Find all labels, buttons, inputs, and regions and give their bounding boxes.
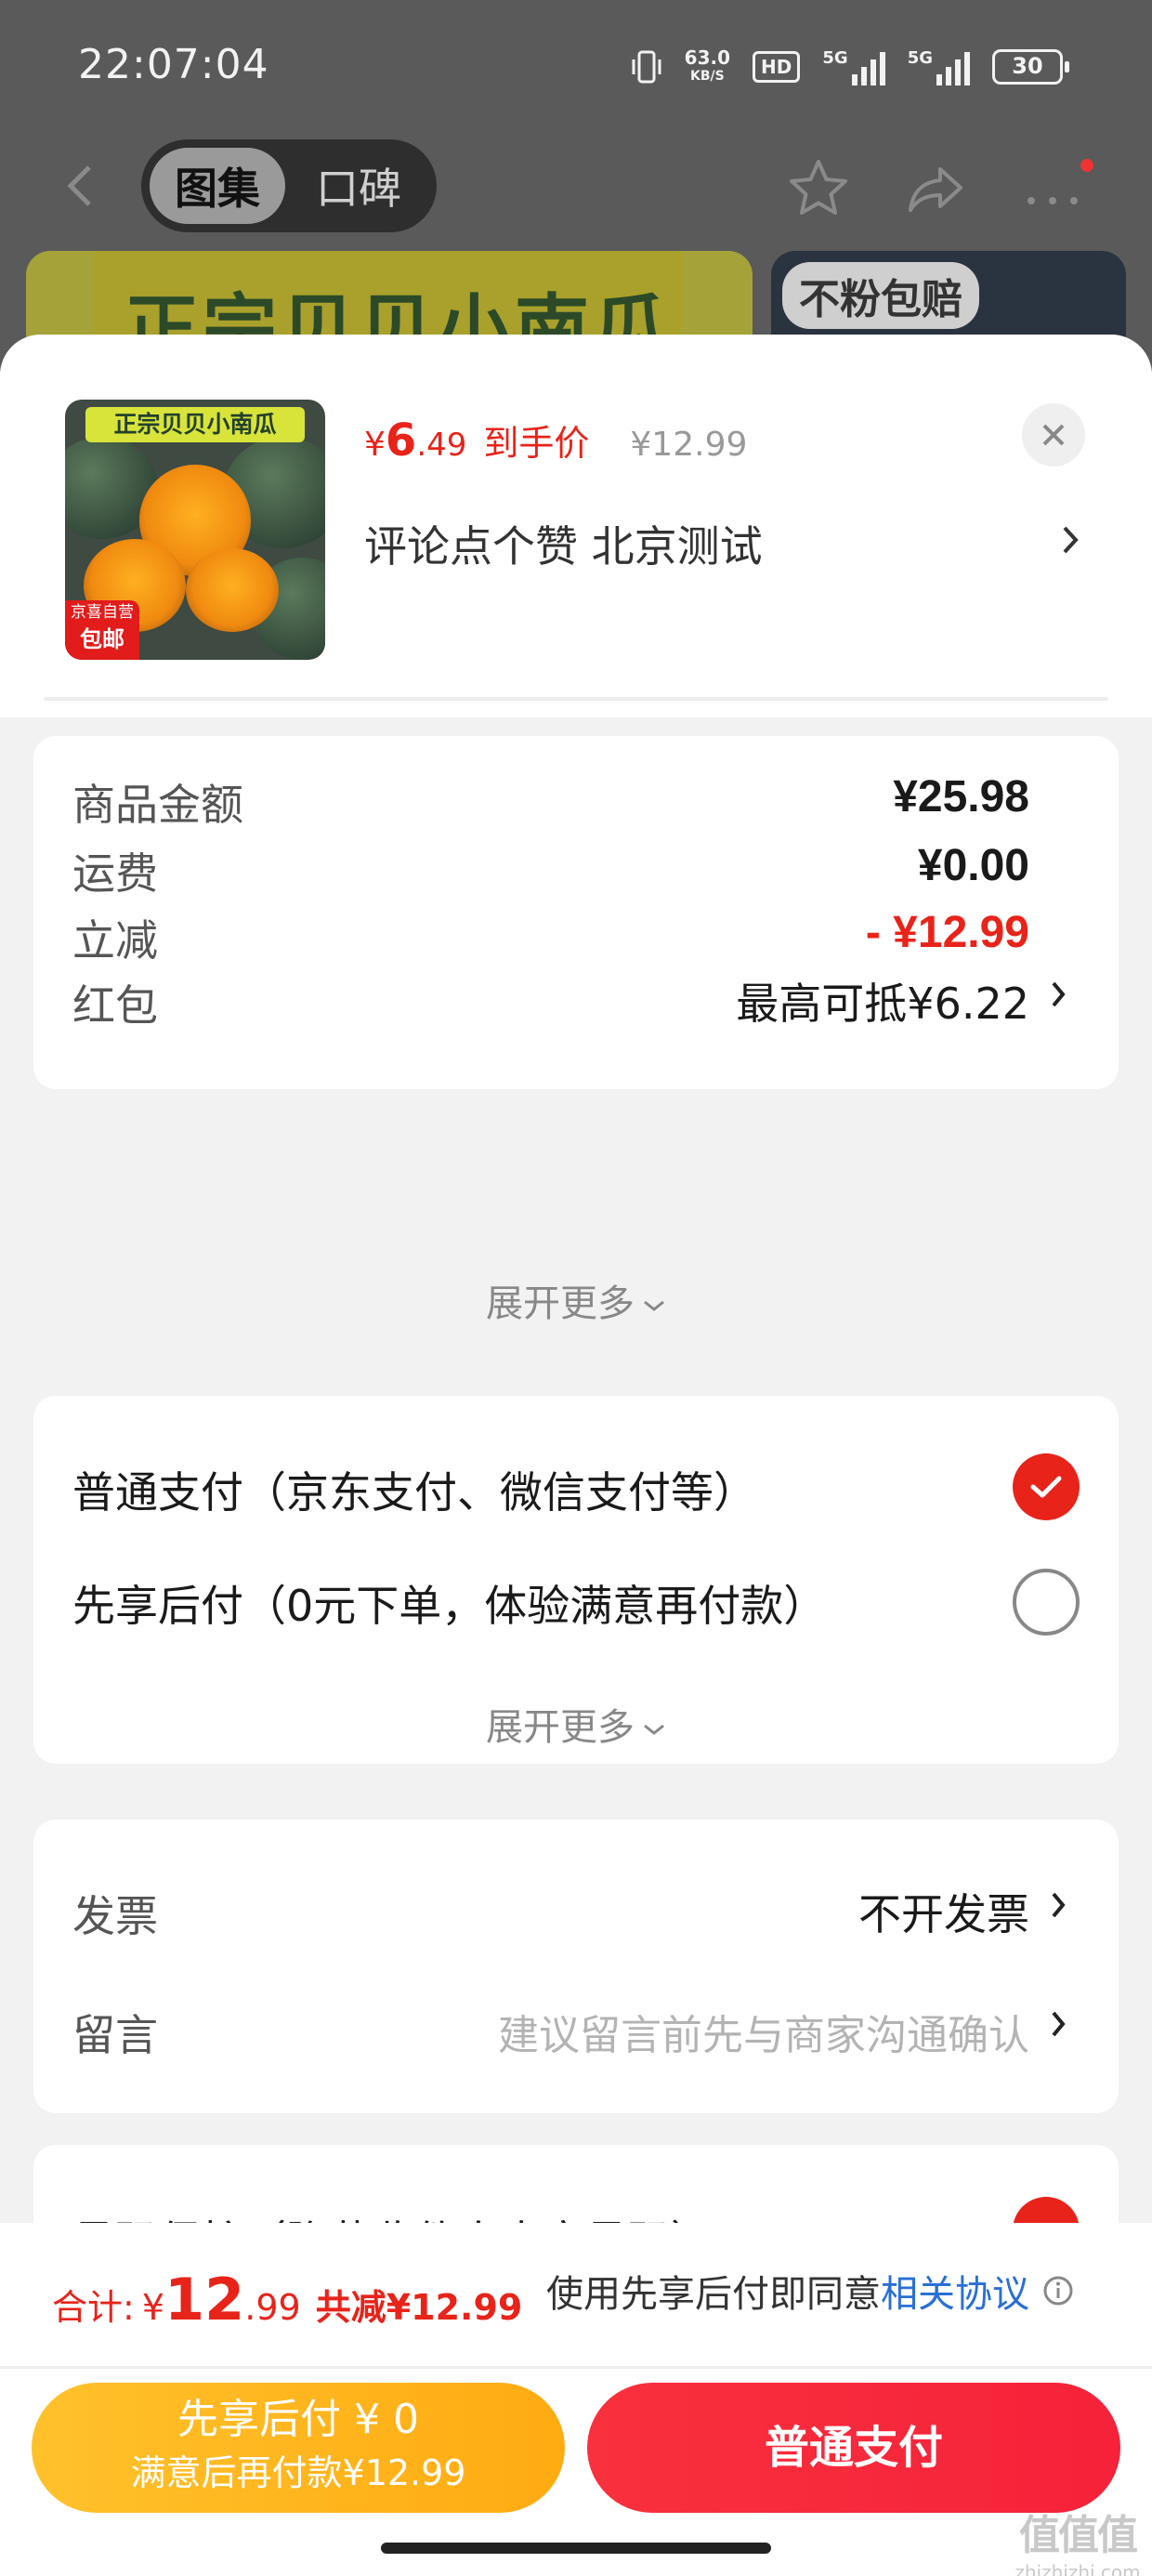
checkout-footer: 合计: ¥ 12 .99 共减¥12.99 使用先享后付即同意 相关协议 先享后…: [0, 2223, 1152, 2576]
price-row: ¥ 6 .49 到手价 ¥12.99: [364, 414, 747, 467]
divider: [0, 2366, 1152, 2369]
info-icon[interactable]: [1042, 2275, 1074, 2307]
status-bar: 22:07:04 63.0 KB/S HD 5G 5G 30: [0, 0, 1152, 130]
original-price: ¥12.99: [630, 426, 748, 464]
product-nav-bar: 图集 口碑: [0, 139, 1152, 232]
product-thumbnail[interactable]: 正宗贝贝小南瓜 京喜自营 包邮: [65, 400, 325, 660]
radio-bnpl[interactable]: [1013, 1569, 1080, 1636]
price-integer: 6: [385, 414, 417, 467]
invoice-value[interactable]: 不开发票: [858, 1881, 1029, 1942]
signal-icon-1: 5G: [822, 48, 885, 85]
close-icon: [1042, 424, 1065, 446]
star-icon[interactable]: [786, 156, 851, 221]
product-summary: 正宗贝贝小南瓜 京喜自营 包邮 ¥ 6 .49 到手价 ¥12.99 评论点个赞…: [0, 335, 1152, 717]
goods-amount-value: ¥25.98: [893, 772, 1029, 821]
watermark: 值值值 zhizhizhi.com: [1015, 2512, 1141, 2576]
red-packet-label[interactable]: 红包: [72, 972, 158, 1033]
signal-icon-2: 5G: [908, 48, 970, 85]
tab-switcher: 图集 口碑: [141, 139, 437, 232]
discount-label: 立减: [72, 915, 158, 966]
invoice-label[interactable]: 发票: [72, 1883, 158, 1944]
thumbnail-title: 正宗贝贝小南瓜: [85, 407, 305, 442]
shipping-label: 运费: [72, 848, 158, 899]
message-input[interactable]: 建议留言前先与商家沟通确认: [498, 2002, 1029, 2061]
chevron-right-icon[interactable]: [1046, 976, 1070, 1013]
network-speed: 63.0 KB/S: [684, 46, 731, 84]
chevron-right-icon[interactable]: [1046, 1886, 1070, 1924]
price-decimal: .49: [416, 427, 467, 464]
radio-normal-pay[interactable]: [1013, 1453, 1080, 1520]
chevron-down-icon: [644, 1300, 664, 1311]
expand-more-amounts[interactable]: 展开更多: [33, 1273, 1119, 1327]
tab-reviews[interactable]: 口碑: [288, 145, 429, 227]
free-shipping-tag: 京喜自营 包邮: [65, 600, 139, 660]
chevron-right-icon[interactable]: [1046, 2005, 1070, 2043]
bnpl-pay-button[interactable]: 先享后付 ¥ 0 满意后再付款¥12.99: [32, 2383, 565, 2513]
notification-dot: [1078, 156, 1096, 175]
message-label[interactable]: 留言: [72, 2002, 158, 2063]
total-decimal: .99: [244, 2287, 301, 2328]
payment-option-normal[interactable]: 普通支付（京东支付、微信支付等）: [72, 1459, 756, 1520]
red-packet-value[interactable]: 最高可抵¥6.22: [736, 970, 1029, 1032]
status-icons: 63.0 KB/S HD 5G 5G 30: [631, 43, 1069, 91]
total-currency: ¥: [141, 2287, 164, 2328]
chevron-right-icon[interactable]: [1055, 517, 1085, 563]
agreement-text: 使用先享后付即同意: [546, 2273, 881, 2316]
total-summary: 合计: ¥ 12 .99 共减¥12.99: [52, 2266, 522, 2333]
payment-option-bnpl[interactable]: 先享后付（0元下单，体验满意再付款）: [72, 1572, 826, 1634]
bnpl-button-subtitle: 满意后再付款¥12.99: [130, 2452, 466, 2493]
check-icon: [1030, 1476, 1062, 1498]
normal-pay-button[interactable]: 普通支付: [587, 2383, 1120, 2513]
home-indicator[interactable]: [381, 2543, 771, 2554]
banner-badge: 不粉包赔: [782, 262, 979, 329]
final-price-label: 到手价: [483, 423, 590, 464]
divider: [45, 697, 1107, 701]
agreement-notice: 使用先享后付即同意 相关协议: [546, 2264, 1074, 2318]
goods-amount-label: 商品金额: [72, 780, 243, 830]
share-icon[interactable]: [903, 156, 968, 221]
hd-voice-icon: HD: [753, 51, 801, 83]
background-product-page: 22:07:04 63.0 KB/S HD 5G 5G 30 图集 口碑 正宗贝贝…: [0, 0, 1152, 381]
chevron-down-icon: [644, 1724, 664, 1735]
battery-icon: 30: [992, 49, 1069, 85]
discount-value: - ¥12.99: [865, 908, 1029, 957]
extras-card: 发票 不开发票 留言 建议留言前先与商家沟通确认: [33, 1820, 1119, 2113]
price-currency: ¥: [364, 426, 386, 464]
more-icon[interactable]: [1020, 156, 1085, 221]
agreement-link[interactable]: 相关协议: [881, 2264, 1029, 2318]
expand-more-payment[interactable]: 展开更多: [33, 1697, 1119, 1751]
product-spec[interactable]: 评论点个赞 北京测试: [364, 513, 763, 574]
total-label: 合计:: [52, 2287, 135, 2328]
close-button[interactable]: [1022, 403, 1085, 467]
bnpl-button-title: 先享后付 ¥ 0: [177, 2396, 419, 2443]
back-icon[interactable]: [56, 160, 108, 212]
tab-gallery[interactable]: 图集: [147, 145, 288, 227]
status-time: 22:07:04: [78, 41, 269, 88]
shipping-value: ¥0.00: [917, 841, 1029, 890]
total-integer: 12: [164, 2266, 245, 2333]
amount-card: 商品金额 ¥25.98 运费 ¥0.00 立减 - ¥12.99 红包 最高可抵…: [33, 736, 1119, 1089]
vibrate-icon: [632, 50, 661, 84]
total-saved: 共减¥12.99: [315, 2287, 523, 2328]
